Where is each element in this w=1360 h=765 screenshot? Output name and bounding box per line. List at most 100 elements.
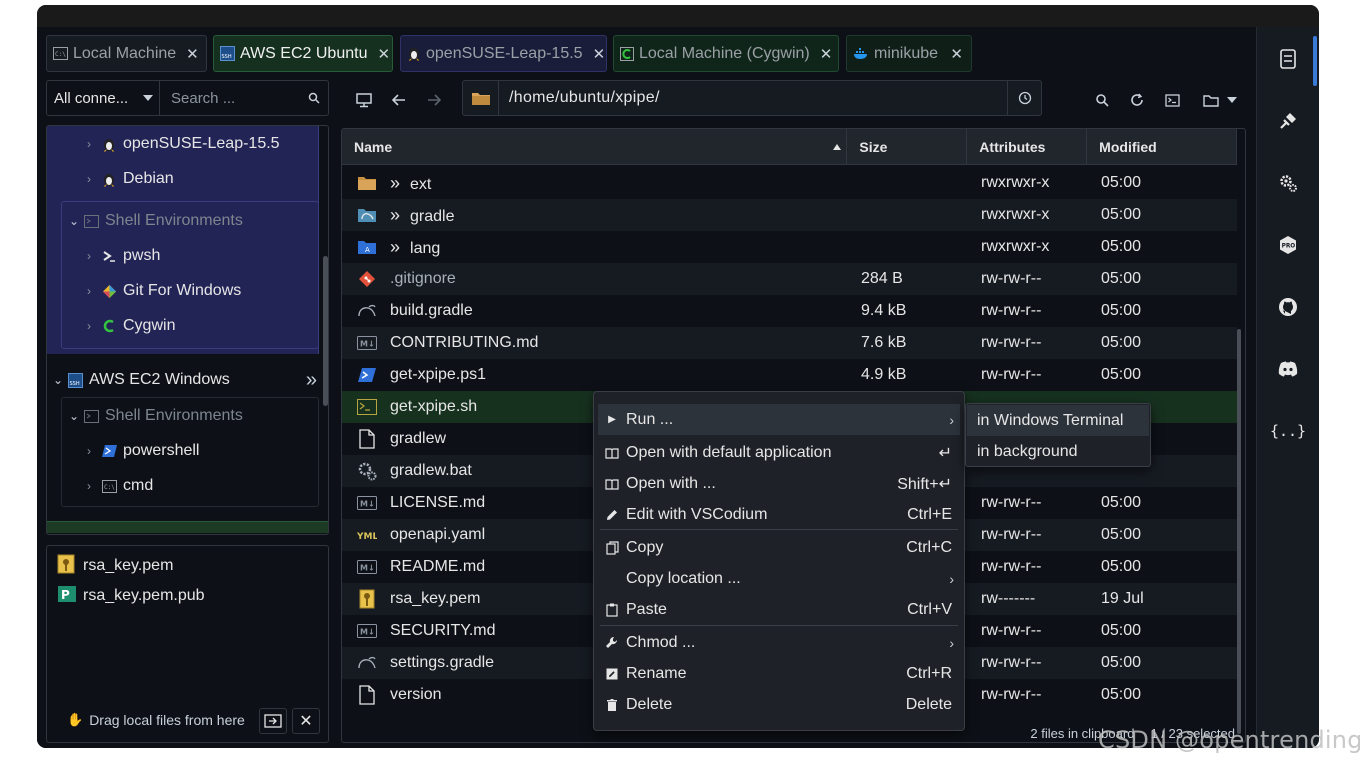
chevron-right-icon: › bbox=[87, 249, 91, 263]
file-icon bbox=[357, 685, 377, 705]
submenu-item-windows-terminal[interactable]: in Windows Terminal bbox=[967, 405, 1149, 436]
tree-item-powershell[interactable]: › powershell bbox=[87, 436, 199, 466]
menu-item-delete[interactable]: Delete Delete bbox=[598, 689, 960, 720]
chevron-right-icon: › bbox=[87, 137, 91, 151]
menu-item-paste[interactable]: Paste Ctrl+V bbox=[598, 594, 960, 625]
markdown-icon: M↓ bbox=[357, 557, 377, 577]
table-row[interactable]: get-xpipe.ps1 4.9 kB rw-rw-r-- 05:00 bbox=[342, 359, 1237, 391]
close-icon[interactable]: ✕ bbox=[950, 45, 963, 63]
tab-opensuse[interactable]: openSUSE-Leap-15.5 ✕ bbox=[400, 35, 607, 72]
column-header-modified[interactable]: Modified bbox=[1087, 129, 1238, 164]
tab-label: Local Machine (Cygwin) bbox=[639, 44, 810, 62]
tree-item-git-for-windows[interactable]: › Git For Windows bbox=[87, 276, 241, 306]
svg-text:M↓: M↓ bbox=[360, 628, 375, 637]
connection-filter-bar: All conne... bbox=[46, 80, 329, 116]
tab-aws-ec2-ubuntu[interactable]: SSH AWS EC2 Ubuntu ✕ bbox=[213, 35, 393, 72]
table-row[interactable]: M↓ CONTRIBUTING.md 7.6 kB rw-rw-r-- 05:00 bbox=[342, 327, 1237, 359]
tab-minikube[interactable]: minikube ✕ bbox=[846, 35, 972, 72]
history-icon[interactable] bbox=[1007, 81, 1041, 115]
settings-icon[interactable] bbox=[1278, 173, 1298, 193]
tree-item-debian[interactable]: › Debian bbox=[87, 164, 174, 194]
table-header: Name Size Attributes Modified bbox=[342, 129, 1238, 165]
file-name: » lang bbox=[390, 236, 441, 257]
close-local-pane-button[interactable]: ✕ bbox=[292, 708, 320, 734]
connection-category-select[interactable]: All conne... bbox=[47, 81, 160, 115]
table-row[interactable]: build.gradle 9.4 kB rw-rw-r-- 05:00 bbox=[342, 295, 1237, 327]
menu-item-edit[interactable]: Edit with VSCodium Ctrl+E bbox=[598, 499, 960, 530]
discord-icon[interactable] bbox=[1278, 359, 1298, 379]
monitor-icon[interactable] bbox=[355, 91, 373, 109]
file-list-scrollbar[interactable] bbox=[1237, 329, 1241, 734]
powershell-icon bbox=[357, 365, 377, 385]
menu-item-copy[interactable]: Copy Ctrl+C bbox=[598, 532, 960, 563]
file-attributes: rwxrwxr-x bbox=[981, 206, 1050, 223]
tree-item-shell-environments[interactable]: ⌄ Shell Environments bbox=[69, 206, 243, 236]
tree-item-label: AWS EC2 Windows bbox=[89, 371, 230, 388]
menu-item-chmod[interactable]: Chmod ... › bbox=[598, 627, 960, 658]
tree-item-aws-ec2-windows[interactable]: ⌄ SSH AWS EC2 Windows » bbox=[53, 365, 323, 395]
menu-item-run[interactable]: ▶ Run ... › bbox=[598, 404, 960, 435]
column-header-name[interactable]: Name bbox=[342, 129, 848, 164]
search-input[interactable] bbox=[171, 89, 291, 107]
file-modified: 05:00 bbox=[1101, 206, 1142, 223]
file-name: settings.gradle bbox=[390, 654, 495, 671]
file-attributes: rw-rw-r-- bbox=[981, 494, 1042, 511]
search-icon bbox=[308, 92, 320, 104]
open-in-explorer-button[interactable] bbox=[259, 708, 287, 734]
tree-scrollbar[interactable] bbox=[323, 256, 328, 406]
plug-icon[interactable] bbox=[1278, 111, 1298, 131]
refresh-icon[interactable] bbox=[1128, 91, 1146, 109]
back-arrow-icon[interactable] bbox=[390, 91, 408, 109]
submenu-item-background[interactable]: in background bbox=[967, 436, 1149, 467]
menu-item-open-with[interactable]: Open with ... Shift+↵ bbox=[598, 468, 960, 499]
connections-icon[interactable] bbox=[1278, 49, 1298, 69]
chevron-down-icon bbox=[143, 95, 153, 101]
menu-item-rename[interactable]: Rename Ctrl+R bbox=[598, 658, 960, 689]
terminal-icon: C:\ bbox=[101, 478, 117, 494]
sidebar-active-indicator bbox=[1313, 36, 1317, 86]
chevron-right-icon: › bbox=[949, 411, 954, 428]
close-icon[interactable]: ✕ bbox=[820, 45, 833, 63]
tree-item-cygwin[interactable]: › Cygwin bbox=[87, 311, 175, 341]
table-row[interactable]: .gitignore 284 B rw-rw-r-- 05:00 bbox=[342, 263, 1237, 295]
svg-text:SSH: SSH bbox=[69, 381, 79, 387]
tree-item-cmd[interactable]: › C:\ cmd bbox=[87, 471, 153, 501]
tree-item-opensuse[interactable]: › openSUSE-Leap-15.5 bbox=[87, 129, 280, 159]
table-row[interactable]: » ext rwxrwxr-x 05:00 bbox=[342, 167, 1237, 199]
column-header-attributes[interactable]: Attributes bbox=[967, 129, 1088, 164]
file-name: SECURITY.md bbox=[390, 622, 496, 639]
table-row[interactable]: » gradle rwxrwxr-x 05:00 bbox=[342, 199, 1237, 231]
tab-local-machine[interactable]: C:\ Local Machine ✕ bbox=[46, 35, 207, 72]
close-icon[interactable]: ✕ bbox=[593, 45, 606, 63]
column-header-size[interactable]: Size bbox=[847, 129, 968, 164]
close-icon[interactable]: ✕ bbox=[186, 45, 199, 63]
file-name: gradlew bbox=[390, 430, 447, 447]
expand-more-icon[interactable]: » bbox=[306, 369, 317, 392]
docker-icon bbox=[853, 46, 869, 62]
tree-item-label: Debian bbox=[123, 170, 174, 187]
github-icon[interactable] bbox=[1278, 297, 1298, 317]
file-attributes: rwxrwxr-x bbox=[981, 174, 1050, 191]
local-file-item[interactable]: rsa_key.pem bbox=[57, 553, 173, 579]
path-input[interactable]: /home/ubuntu/xpipe/ bbox=[499, 89, 1007, 107]
tab-local-cygwin[interactable]: Local Machine (Cygwin) ✕ bbox=[613, 35, 839, 72]
search-icon[interactable] bbox=[1093, 91, 1111, 109]
yaml-icon: YML bbox=[357, 525, 377, 545]
clipboard-icon bbox=[598, 603, 620, 617]
local-file-item[interactable]: P rsa_key.pem.pub bbox=[57, 583, 205, 609]
git-for-windows-icon bbox=[101, 283, 117, 299]
close-icon[interactable]: ✕ bbox=[377, 45, 390, 63]
forward-arrow-icon[interactable] bbox=[425, 91, 443, 109]
path-bar: /home/ubuntu/xpipe/ bbox=[462, 80, 1042, 116]
pro-icon[interactable]: PRO bbox=[1278, 235, 1298, 255]
menu-item-open-default[interactable]: Open with default application ↵ bbox=[598, 437, 960, 468]
table-row[interactable]: A » lang rwxrwxr-x 05:00 bbox=[342, 231, 1237, 263]
file-name: rsa_key.pem bbox=[390, 590, 481, 607]
tree-item-shell-environments-2[interactable]: ⌄ Shell Environments bbox=[69, 401, 243, 431]
new-item-menu-button[interactable] bbox=[1200, 91, 1240, 109]
watermark: CSDN @opentrending bbox=[1098, 726, 1360, 754]
menu-item-copy-location[interactable]: Copy location ... › bbox=[598, 563, 960, 594]
open-terminal-icon[interactable] bbox=[1163, 91, 1181, 109]
tree-item-pwsh[interactable]: › pwsh bbox=[87, 241, 160, 271]
api-icon[interactable]: {..} bbox=[1270, 421, 1306, 441]
